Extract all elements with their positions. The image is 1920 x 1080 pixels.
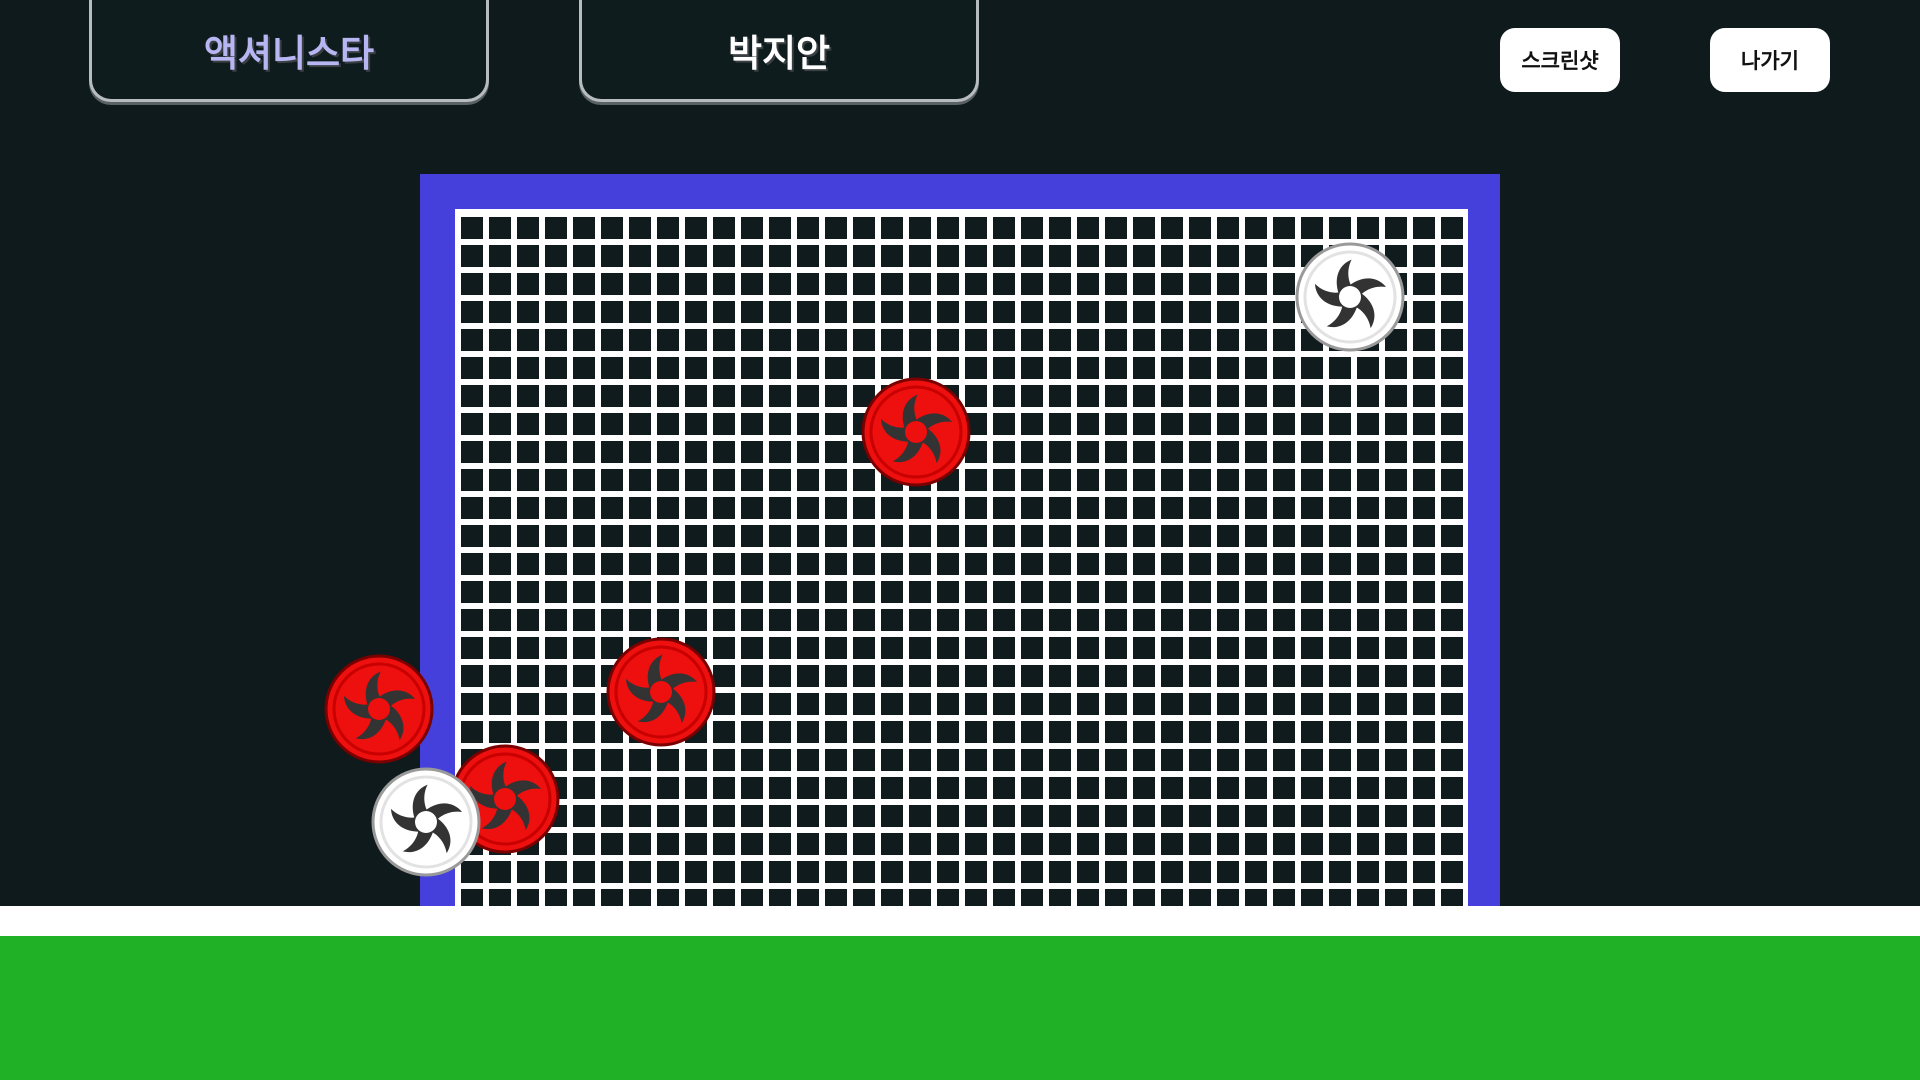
player-name: 박지안 bbox=[727, 31, 831, 75]
white-ball-top-right bbox=[1295, 242, 1405, 352]
red-ball-middle-left bbox=[606, 637, 716, 747]
game-scene: 액셔니스타 박지안 스크린샷 나가기 bbox=[0, 0, 1920, 1080]
red-ball-icon bbox=[861, 377, 971, 487]
white-ball-bottom-left bbox=[371, 767, 481, 877]
red-ball-left-edge bbox=[324, 654, 434, 764]
screenshot-button-label: 스크린샷 bbox=[1521, 49, 1599, 73]
player-name-tab: 박지안 bbox=[579, 0, 979, 102]
role-label: 액셔니스타 bbox=[203, 31, 375, 75]
grass-field bbox=[0, 936, 1920, 1080]
white-ball-icon bbox=[371, 767, 481, 877]
exit-button[interactable]: 나가기 bbox=[1710, 28, 1830, 92]
white-ball-icon bbox=[1295, 242, 1405, 352]
red-ball-center bbox=[861, 377, 971, 487]
ground-line bbox=[0, 906, 1920, 936]
screenshot-button[interactable]: 스크린샷 bbox=[1500, 28, 1620, 92]
red-ball-icon bbox=[606, 637, 716, 747]
red-ball-icon bbox=[324, 654, 434, 764]
exit-button-label: 나가기 bbox=[1741, 49, 1799, 73]
role-name-tab: 액셔니스타 bbox=[89, 0, 489, 102]
